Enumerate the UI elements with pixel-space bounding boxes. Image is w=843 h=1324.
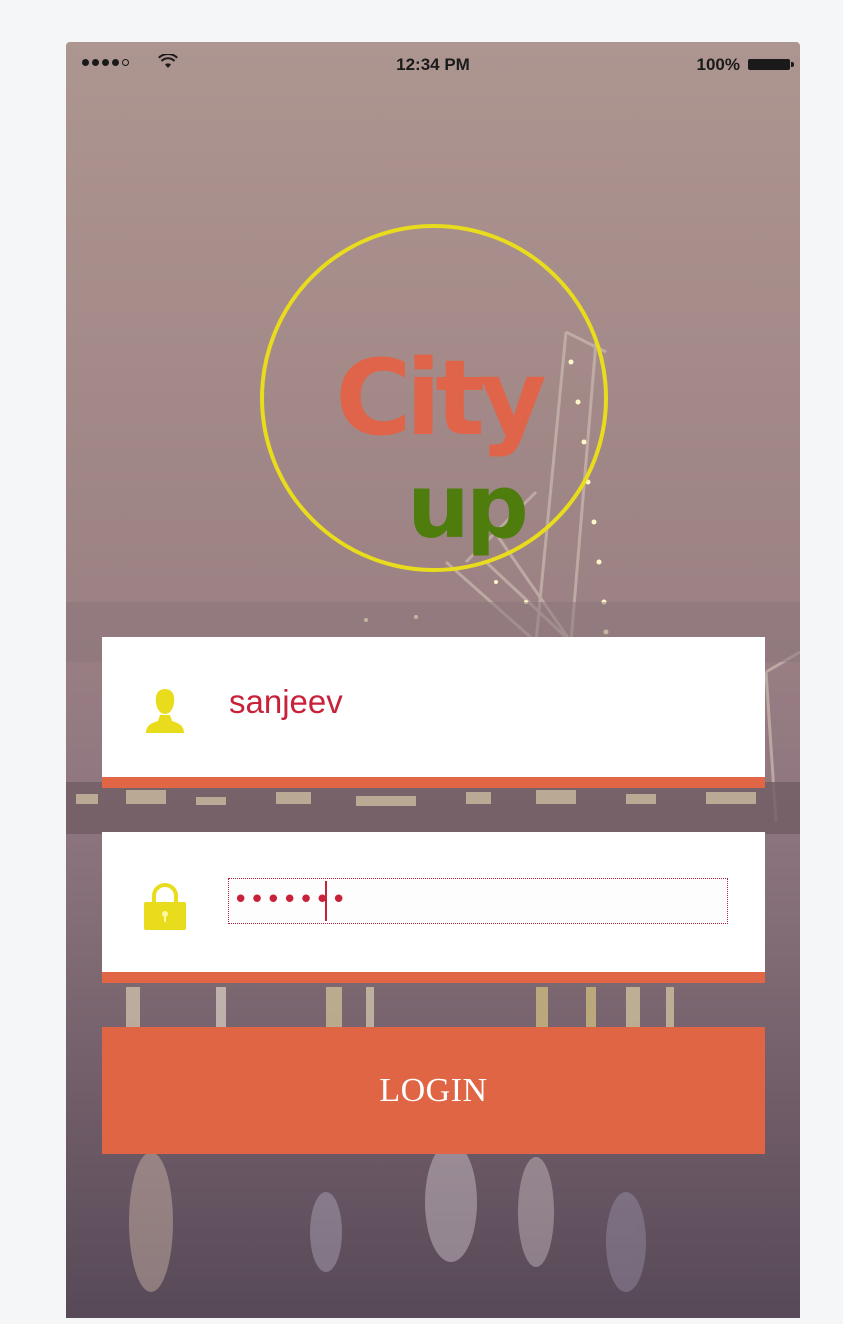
battery-icon xyxy=(748,59,794,70)
logo-up-text: up xyxy=(407,455,526,558)
logo-city-text: City xyxy=(335,337,545,459)
text-caret xyxy=(325,881,327,921)
phone-screen: 12:34 PM 100% City up sanjeev ••••••• LO… xyxy=(66,42,800,1318)
password-input[interactable]: ••••••• xyxy=(228,878,728,924)
battery-percent: 100% xyxy=(696,55,740,74)
city-up-logo: City up xyxy=(260,224,608,572)
user-icon xyxy=(146,689,184,733)
lock-icon xyxy=(144,883,186,930)
status-bar: 12:34 PM 100% xyxy=(66,42,800,86)
username-field[interactable]: sanjeev xyxy=(102,637,765,788)
password-masked-value: ••••••• xyxy=(233,885,348,915)
status-time: 12:34 PM xyxy=(396,55,470,74)
login-button[interactable]: LOGIN xyxy=(102,1027,765,1154)
password-field[interactable]: ••••••• xyxy=(102,832,765,983)
username-value: sanjeev xyxy=(229,683,343,720)
